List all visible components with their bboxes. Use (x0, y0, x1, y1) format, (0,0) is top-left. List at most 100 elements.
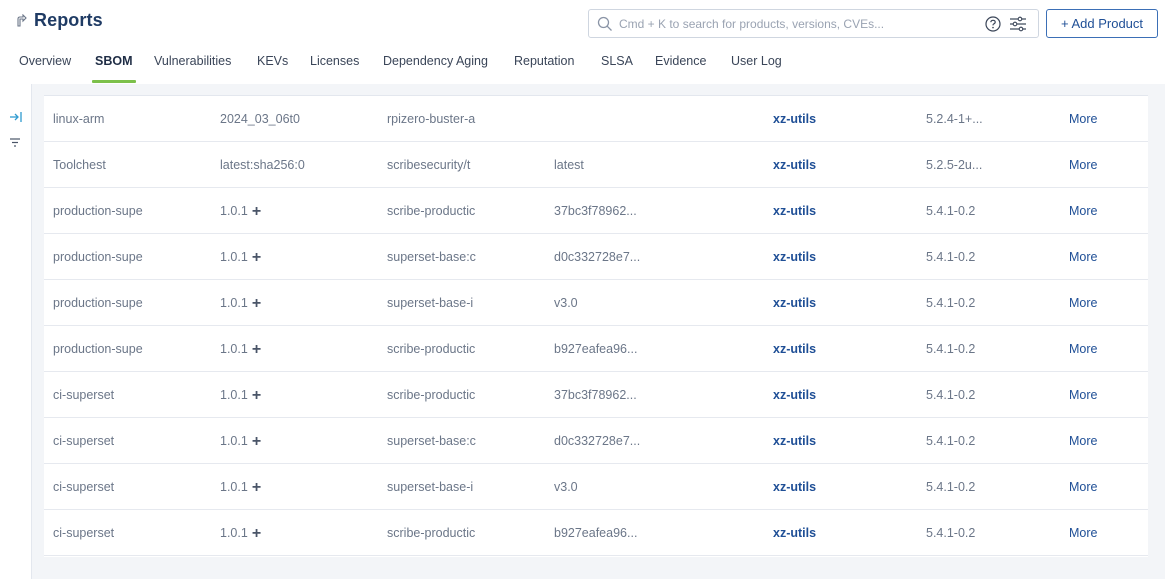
package-link-text[interactable]: xz-utils (773, 388, 816, 402)
package-link[interactable]: xz-utils (773, 326, 853, 372)
target-cell-text: rpizero-buster-a (387, 112, 476, 126)
more-link-text[interactable]: More (1069, 526, 1097, 540)
more-link[interactable]: More (1069, 234, 1129, 280)
expand-plus-icon[interactable]: + (252, 419, 261, 464)
package-link-text[interactable]: xz-utils (773, 158, 816, 172)
product-cell-text: production-supe (53, 296, 143, 310)
more-link[interactable]: More (1069, 280, 1129, 326)
more-link[interactable]: More (1069, 510, 1129, 556)
tab-kevs[interactable]: KEVs (257, 54, 288, 84)
search-input[interactable] (619, 14, 959, 34)
expand-plus-icon[interactable]: + (252, 465, 261, 510)
tab-licenses[interactable]: Licenses (310, 54, 359, 84)
package-link-text[interactable]: xz-utils (773, 526, 816, 540)
package-version-cell-text: 5.2.4-1+... (926, 112, 983, 126)
version-cell-text: 1.0.1 (220, 480, 248, 494)
more-link[interactable]: More (1069, 188, 1129, 234)
package-version-cell-text: 5.4.1-0.2 (926, 250, 976, 264)
package-version-cell-text: 5.2.5-2u... (926, 158, 983, 172)
table-row: ci-superset 1.0.1 + scribe-productic 37bc3f7… (44, 372, 1148, 418)
target-cell-text: superset-base-i (387, 480, 474, 494)
more-link-text[interactable]: More (1069, 342, 1097, 356)
more-link-text[interactable]: More (1069, 434, 1097, 448)
package-link[interactable]: xz-utils (773, 510, 853, 556)
package-version-cell-text: 5.4.1-0.2 (926, 342, 976, 356)
table-row: ci-superset 1.0.1 + superset-base:c d0c33272… (44, 418, 1148, 464)
product-cell: production-supe (53, 234, 149, 280)
package-version-cell: 5.4.1-0.2 (926, 510, 1016, 556)
package-link[interactable]: xz-utils (773, 418, 853, 464)
more-link[interactable]: More (1069, 372, 1129, 418)
target-cell-text: scribe-productic (387, 526, 476, 540)
package-version-cell: 5.4.1-0.2 (926, 418, 1016, 464)
package-link[interactable]: xz-utils (773, 96, 853, 142)
package-link-text[interactable]: xz-utils (773, 204, 816, 218)
package-link-text[interactable]: xz-utils (773, 434, 816, 448)
tag-cell-text: b927eafea96... (554, 526, 638, 540)
search-filter-icon[interactable] (1009, 16, 1027, 32)
package-version-cell-text: 5.4.1-0.2 (926, 388, 976, 402)
product-cell-text: production-supe (53, 204, 143, 218)
tag-cell: v3.0 (554, 280, 664, 326)
package-link[interactable]: xz-utils (773, 464, 853, 510)
package-link-text[interactable]: xz-utils (773, 112, 816, 126)
more-link[interactable]: More (1069, 326, 1129, 372)
package-version-cell-text: 5.4.1-0.2 (926, 480, 976, 494)
package-version-cell-text: 5.4.1-0.2 (926, 296, 976, 310)
expand-sidebar-icon[interactable] (9, 110, 23, 122)
product-cell: Toolchest (53, 142, 149, 188)
target-cell-text: scribesecurity/t (387, 158, 471, 172)
expand-plus-icon[interactable]: + (252, 281, 261, 326)
tab-evidence[interactable]: Evidence (655, 54, 706, 84)
tab-overview[interactable]: Overview (19, 54, 71, 84)
table-row: production-supe 1.0.1 + superset-base:c d0c3… (44, 234, 1148, 280)
version-cell-text: 1.0.1 (220, 434, 248, 448)
package-link-text[interactable]: xz-utils (773, 250, 816, 264)
tag-cell: latest (554, 142, 664, 188)
expand-plus-icon[interactable]: + (252, 327, 261, 372)
more-link-text[interactable]: More (1069, 296, 1097, 310)
package-link[interactable]: xz-utils (773, 372, 853, 418)
expand-plus-icon[interactable]: + (252, 189, 261, 234)
package-link-text[interactable]: xz-utils (773, 342, 816, 356)
target-cell: scribe-productic (387, 326, 480, 372)
target-cell-text: scribe-productic (387, 204, 476, 218)
product-cell-text: linux-arm (53, 112, 105, 126)
package-link-text[interactable]: xz-utils (773, 296, 816, 310)
package-version-cell: 5.4.1-0.2 (926, 372, 1016, 418)
more-link-text[interactable]: More (1069, 158, 1097, 172)
more-link-text[interactable]: More (1069, 388, 1097, 402)
table-row: ci-superset 1.0.1 + scribe-productic b927eaf… (44, 510, 1148, 556)
package-link[interactable]: xz-utils (773, 142, 853, 188)
filter-icon[interactable] (9, 135, 21, 147)
target-cell: superset-base:c (387, 234, 480, 280)
tab-vulnerabilities[interactable]: Vulnerabilities (154, 54, 231, 84)
expand-plus-icon[interactable]: + (252, 235, 261, 280)
tab-slsa[interactable]: SLSA (601, 54, 633, 84)
table-row: ci-superset 1.0.1 + superset-base-i v3.0 xz-u… (44, 464, 1148, 510)
tab-reputation[interactable]: Reputation (514, 54, 574, 84)
package-link[interactable]: xz-utils (773, 280, 853, 326)
more-link-text[interactable]: More (1069, 250, 1097, 264)
more-link[interactable]: More (1069, 464, 1129, 510)
more-link[interactable]: More (1069, 96, 1129, 142)
help-icon[interactable] (985, 16, 1001, 32)
package-link[interactable]: xz-utils (773, 188, 853, 234)
tab-dependency-aging[interactable]: Dependency Aging (383, 54, 488, 84)
add-product-button[interactable]: + Add Product (1046, 9, 1158, 38)
search-box[interactable] (588, 9, 1039, 38)
product-cell-text: ci-superset (53, 480, 115, 494)
package-link-text[interactable]: xz-utils (773, 480, 816, 494)
more-link[interactable]: More (1069, 142, 1129, 188)
version-cell: 1.0.1 + (220, 188, 340, 234)
expand-plus-icon[interactable]: + (252, 373, 261, 418)
more-link[interactable]: More (1069, 418, 1129, 464)
target-cell-text: scribe-productic (387, 388, 476, 402)
table-row: Toolchest latest:sha256:0 scribesecurity/t… (44, 142, 1148, 188)
more-link-text[interactable]: More (1069, 204, 1097, 218)
more-link-text[interactable]: More (1069, 112, 1097, 126)
package-link[interactable]: xz-utils (773, 234, 853, 280)
tab-user-log[interactable]: User Log (731, 54, 782, 84)
more-link-text[interactable]: More (1069, 480, 1097, 494)
expand-plus-icon[interactable]: + (252, 511, 261, 556)
